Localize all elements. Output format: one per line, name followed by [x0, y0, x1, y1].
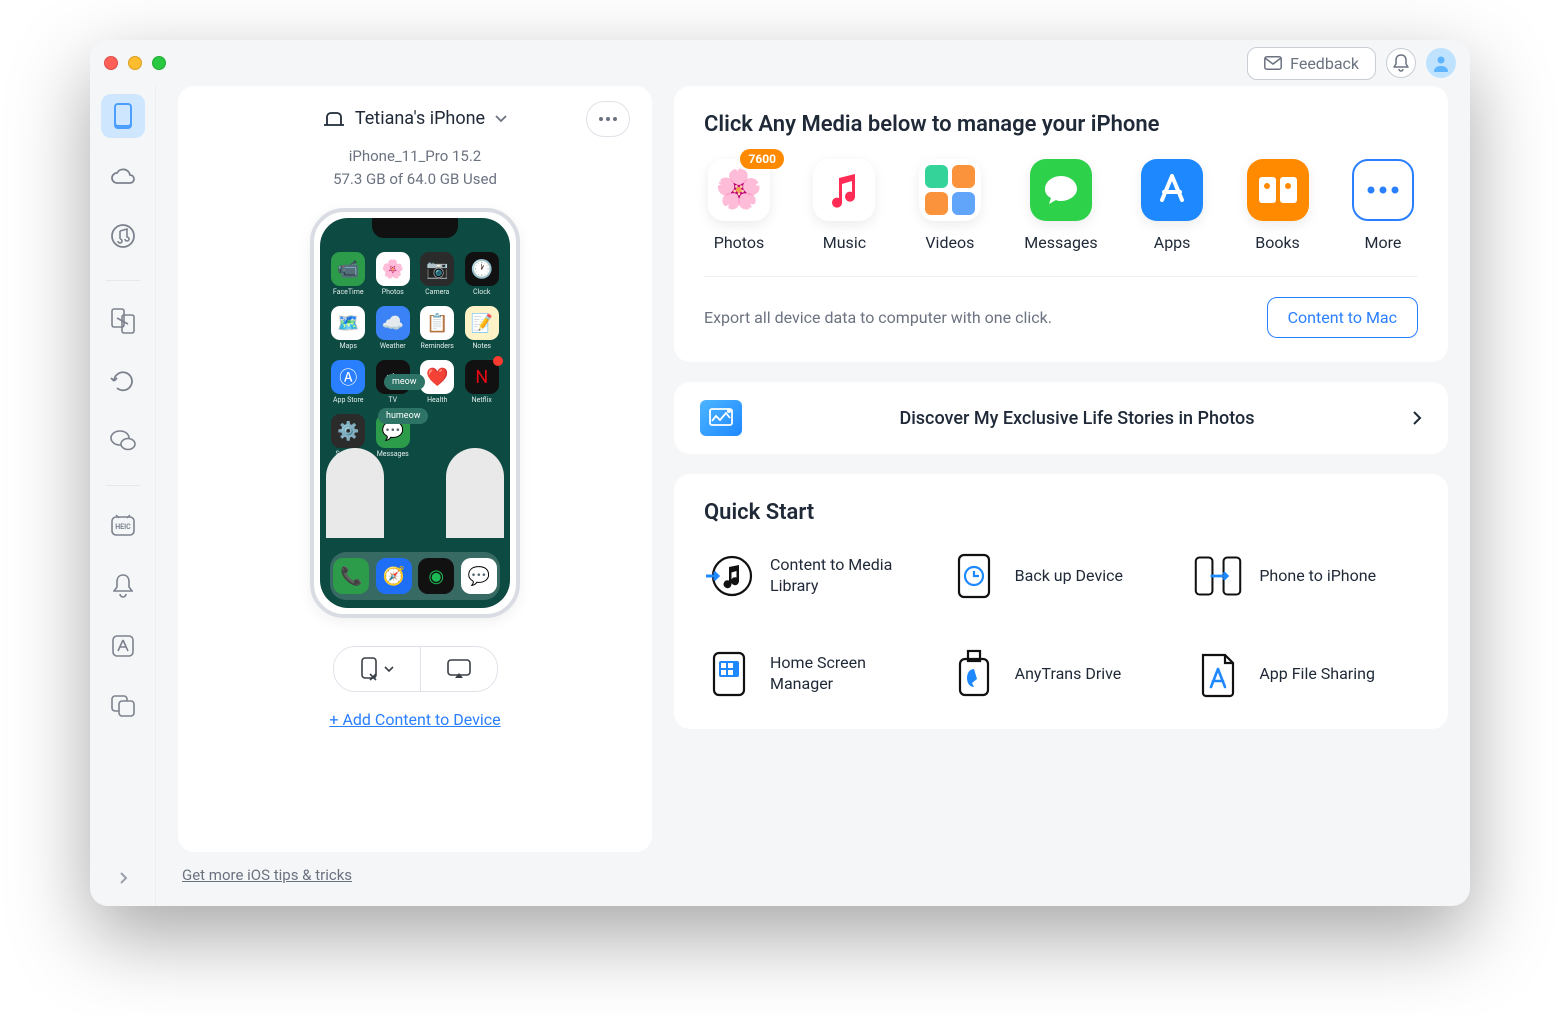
tips-link[interactable]: Get more iOS tips & tricks [178, 866, 652, 884]
device-card: Tetiana's iPhone iPhone_11_Pro 15.2 57.3… [178, 86, 652, 852]
sidebar-backup[interactable] [101, 359, 145, 403]
quick-anytrans-drive[interactable]: AnyTrans Drive [949, 649, 1174, 699]
close-window[interactable] [104, 56, 118, 70]
sidebar-social[interactable] [101, 419, 145, 463]
bell-icon [1393, 54, 1409, 72]
photos-badge: 7600 [740, 149, 784, 169]
traffic-lights [104, 56, 166, 70]
sidebar-cloud[interactable] [101, 154, 145, 198]
device-storage: 57.3 GB of 64.0 GB Used [333, 168, 497, 191]
app-window: Feedback [90, 40, 1470, 906]
sidebar-apps[interactable] [101, 624, 145, 668]
discover-text: Discover My Exclusive Life Stories in Ph… [760, 408, 1394, 429]
media-photos[interactable]: 🌸7600 Photos [708, 159, 770, 252]
feedback-button[interactable]: Feedback [1247, 47, 1376, 80]
chevron-down-icon [384, 666, 394, 672]
quick-start-title: Quick Start [704, 500, 1418, 525]
sidebar-heic[interactable]: HEIC [101, 504, 145, 548]
bubble-1: meow [384, 374, 425, 390]
phone-crop-icon [360, 657, 378, 681]
discover-icon [700, 400, 742, 436]
minimize-window[interactable] [128, 56, 142, 70]
media-more[interactable]: More [1352, 159, 1414, 252]
quick-app-file-sharing[interactable]: App File Sharing [1193, 649, 1418, 699]
dots-icon [598, 116, 618, 122]
quick-content-library[interactable]: Content to Media Library [704, 551, 929, 601]
svg-text:HEIC: HEIC [115, 523, 131, 531]
quick-home-screen[interactable]: Home Screen Manager [704, 649, 929, 699]
device-icon [323, 111, 345, 127]
device-actions [333, 646, 498, 692]
airplay-icon [447, 659, 471, 679]
device-selector[interactable]: Tetiana's iPhone [323, 108, 507, 129]
mail-icon [1264, 56, 1282, 70]
sidebar-mirror[interactable] [101, 684, 145, 728]
media-music[interactable]: Music [813, 159, 875, 252]
sidebar-transfer[interactable] [101, 299, 145, 343]
notifications-button[interactable] [1386, 48, 1416, 78]
feedback-label: Feedback [1290, 54, 1359, 73]
titlebar: Feedback [90, 40, 1470, 86]
maximize-window[interactable] [152, 56, 166, 70]
device-model: iPhone_11_Pro 15.2 [333, 145, 497, 168]
avatar-button[interactable] [1426, 48, 1456, 78]
media-videos[interactable]: Videos [919, 159, 981, 252]
bubble-2: humeow [378, 408, 428, 424]
add-content-link[interactable]: + Add Content to Device [329, 710, 500, 729]
screenshot-button[interactable] [334, 647, 420, 691]
device-more-button[interactable] [586, 101, 630, 137]
media-card: Click Any Media below to manage your iPh… [674, 86, 1448, 362]
quick-start-card: Quick Start Content to Media Library Bac… [674, 474, 1448, 729]
phone-preview: 📹FaceTime 🌸Photos 📷Camera 🕐Clock 🗺️Maps … [310, 208, 520, 618]
sidebar-ringtone[interactable] [101, 564, 145, 608]
media-title: Click Any Media below to manage your iPh… [704, 112, 1418, 137]
sidebar-device[interactable] [101, 94, 145, 138]
sidebar-collapse[interactable] [109, 864, 137, 892]
export-description: Export all device data to computer with … [704, 308, 1052, 327]
mirror-button[interactable] [420, 647, 497, 691]
sidebar-media[interactable] [101, 214, 145, 258]
media-apps[interactable]: Apps [1141, 159, 1203, 252]
media-messages[interactable]: Messages [1024, 159, 1097, 252]
quick-backup[interactable]: Back up Device [949, 551, 1174, 601]
content-to-mac-button[interactable]: Content to Mac [1267, 297, 1418, 338]
chevron-down-icon [495, 115, 507, 123]
media-books[interactable]: Books [1247, 159, 1309, 252]
discover-card[interactable]: Discover My Exclusive Life Stories in Ph… [674, 382, 1448, 454]
device-name-label: Tetiana's iPhone [355, 108, 485, 129]
chevron-right-icon [1412, 410, 1422, 426]
user-icon [1431, 53, 1451, 73]
quick-phone-to-phone[interactable]: Phone to iPhone [1193, 551, 1418, 601]
sidebar: HEIC [90, 86, 156, 906]
